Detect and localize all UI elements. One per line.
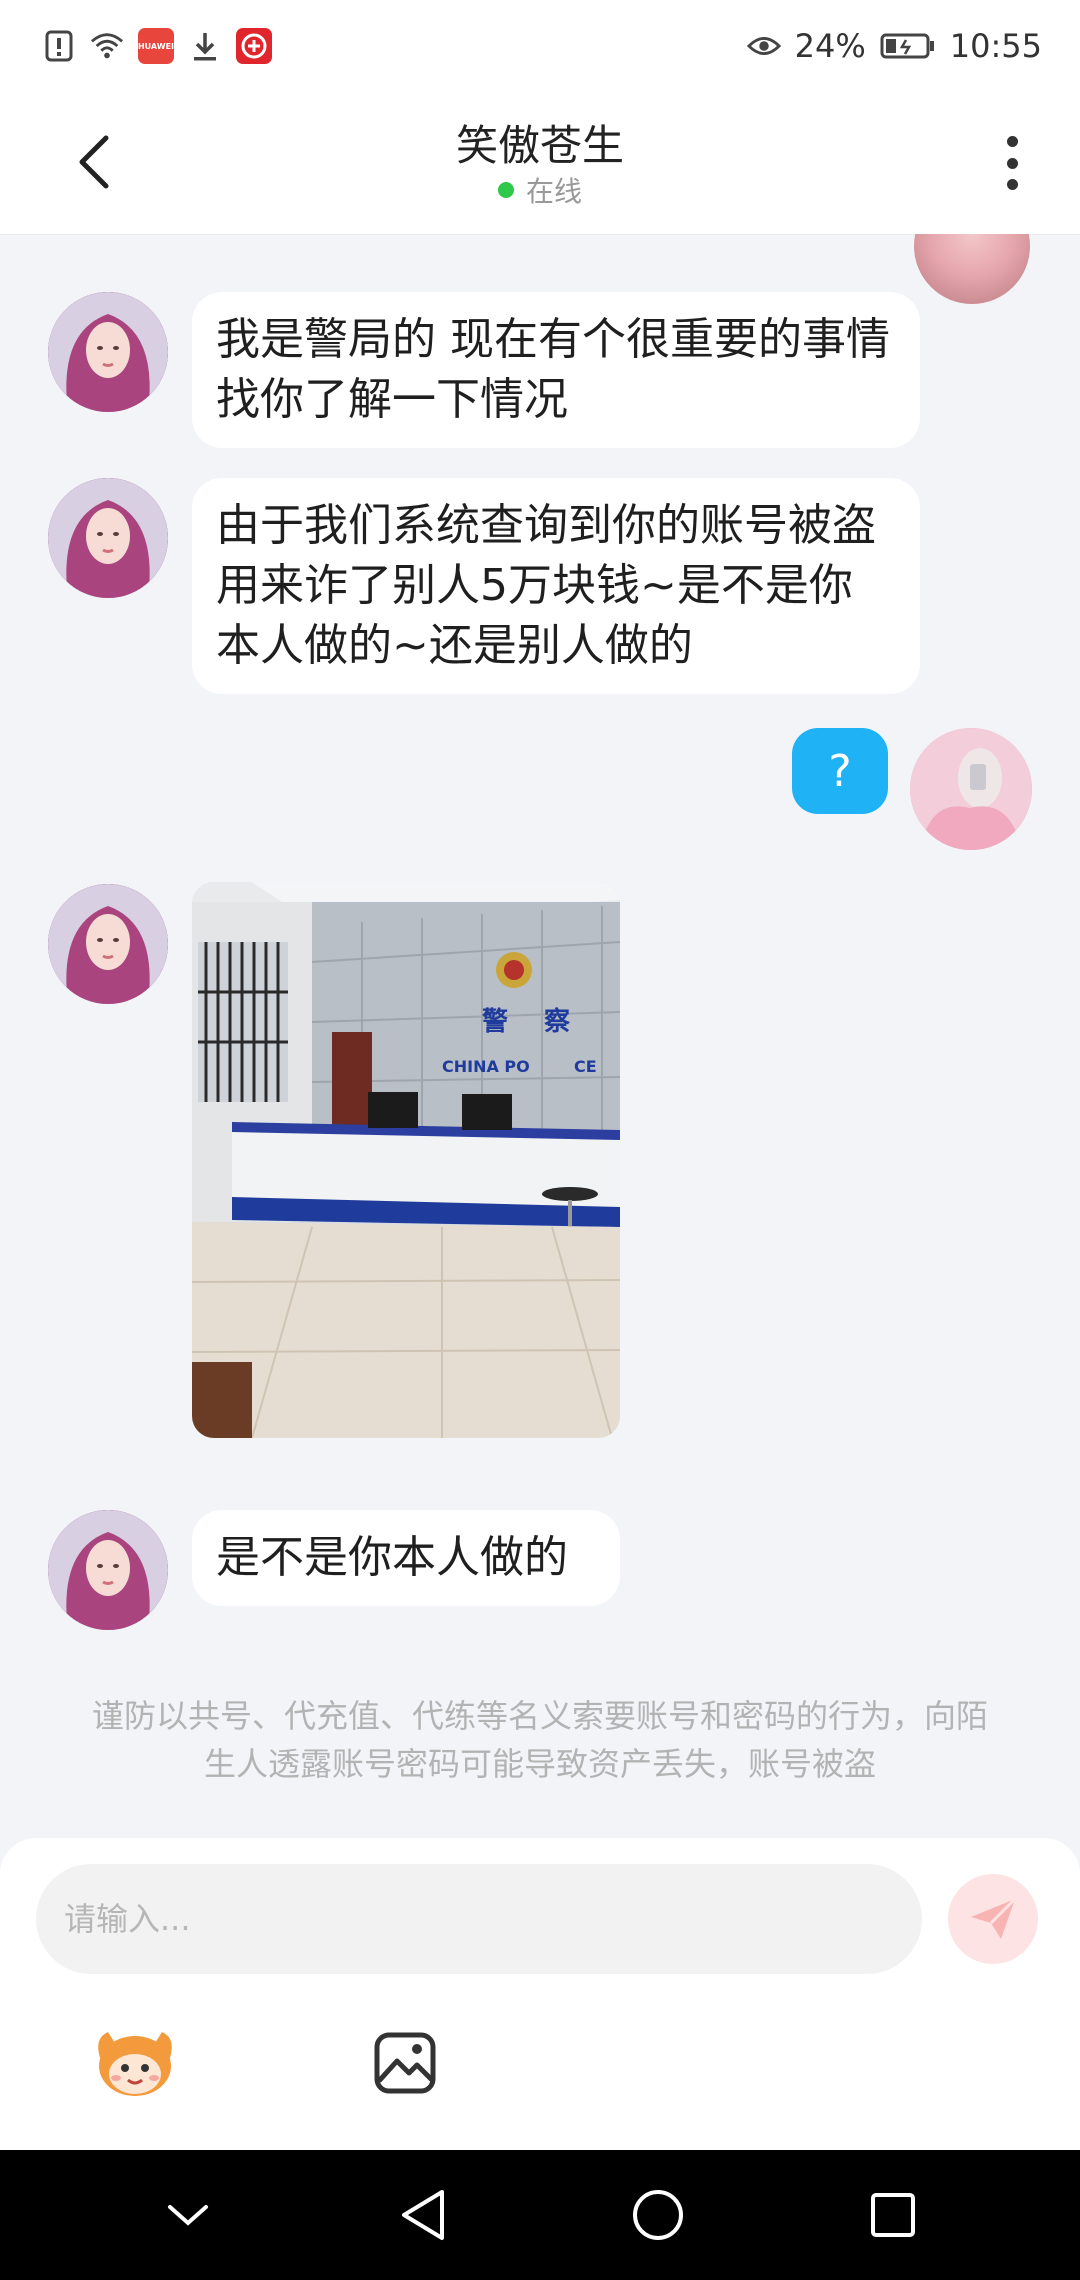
- input-bar: [0, 1838, 1080, 2150]
- more-options-button[interactable]: [992, 128, 1032, 198]
- nav-back-button[interactable]: [383, 2175, 463, 2255]
- status-left: HUAWEI: [42, 28, 272, 64]
- triangle-back-icon: [401, 2190, 444, 2240]
- contact-avatar[interactable]: [48, 292, 168, 412]
- message-input[interactable]: [36, 1864, 922, 1974]
- app-icon: [236, 28, 272, 64]
- message-list[interactable]: 我是警局的 现在有个很重要的事情找你了解一下情况 由于我们系统查询到你的账号被盗…: [0, 234, 1080, 1838]
- send-icon: [971, 1897, 1017, 1939]
- chat-header: 笑傲苍生 在线: [0, 92, 1080, 234]
- message-bubble[interactable]: 是不是你本人做的: [192, 1510, 620, 1606]
- image-sign-text: CE: [574, 1057, 597, 1076]
- nav-collapse-button[interactable]: [148, 2175, 228, 2255]
- battery-icon: [880, 29, 936, 63]
- chevron-down-icon: [167, 2205, 208, 2226]
- message-bubble[interactable]: 由于我们系统查询到你的账号被盗用来诈了别人5万块钱~是不是你本人做的~还是别人做…: [192, 478, 920, 694]
- send-button[interactable]: [948, 1874, 1038, 1964]
- contact-avatar[interactable]: [48, 884, 168, 1004]
- mascot-icon: [98, 2032, 172, 2096]
- square-recents-icon: [870, 2193, 915, 2237]
- message-bubble[interactable]: 我是警局的 现在有个很重要的事情找你了解一下情况: [192, 292, 920, 448]
- status-bar: HUAWEI 24% 10:55: [0, 0, 1080, 92]
- contact-avatar[interactable]: [48, 1510, 168, 1630]
- huawei-store-icon: HUAWEI: [138, 28, 174, 64]
- self-message-bubble[interactable]: ?: [792, 728, 888, 814]
- image-picker-button[interactable]: [360, 2018, 450, 2108]
- contact-name: 笑傲苍生: [455, 121, 624, 170]
- image-sign-text: 察: [544, 1007, 571, 1037]
- nav-recents-button[interactable]: [853, 2175, 933, 2255]
- image-icon: [374, 2032, 436, 2094]
- circle-home-icon: [632, 2190, 683, 2240]
- more-dot-icon: [1006, 179, 1018, 190]
- status-right: 24% 10:55: [746, 27, 1042, 65]
- nav-home-button[interactable]: [618, 2175, 698, 2255]
- emoji-button[interactable]: [90, 2018, 180, 2108]
- eye-icon: [746, 29, 781, 63]
- self-avatar[interactable]: [910, 728, 1032, 850]
- image-sign-text: CHINA PO: [442, 1057, 530, 1076]
- image-message[interactable]: 警 察 CHINA PO CE: [192, 882, 620, 1438]
- battery-percent: 24%: [794, 27, 866, 65]
- contact-avatar[interactable]: [48, 478, 168, 598]
- system-nav-bar: [0, 2150, 1080, 2280]
- download-icon: [188, 29, 222, 63]
- security-notice: 谨防以共号、代充值、代练等名义索要账号和密码的行为，向陌生人透露账号密码可能导致…: [91, 1697, 988, 1783]
- more-dot-icon: [1006, 157, 1018, 169]
- online-status: 在线: [0, 170, 1080, 210]
- clock: 10:55: [949, 27, 1042, 65]
- wifi-icon: [90, 29, 124, 63]
- alert-icon: [42, 29, 76, 63]
- online-status-label: 在线: [525, 175, 582, 208]
- self-avatar-partial: [914, 234, 1030, 304]
- online-dot-icon: [497, 182, 514, 198]
- more-dot-icon: [1006, 136, 1018, 147]
- image-sign-text: 警: [482, 1006, 508, 1037]
